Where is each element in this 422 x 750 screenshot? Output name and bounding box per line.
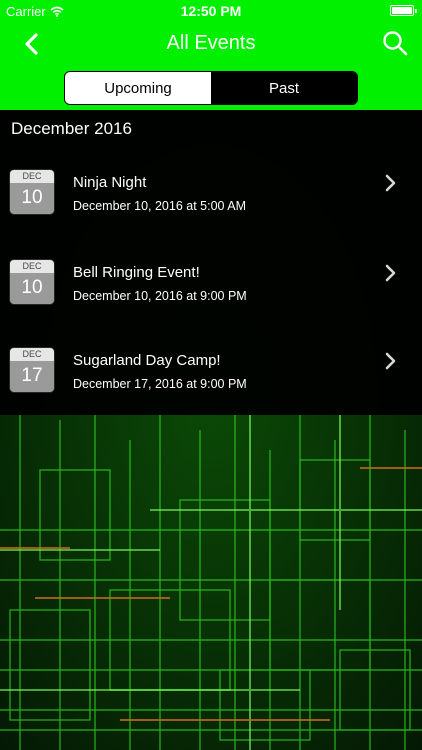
navigation-bar: All Events [0, 22, 422, 66]
header: Carrier 12:50 PM All Events Upcoming Pas… [0, 0, 422, 110]
section-header: December 2016 [11, 119, 132, 138]
chevron-right-icon [385, 174, 396, 192]
event-name: Bell Ringing Event! [73, 264, 200, 281]
date-month: DEC [10, 260, 54, 273]
list-item[interactable]: DEC 10 Ninja Night December 10, 2016 at … [0, 170, 422, 250]
date-day: 17 [21, 365, 43, 386]
tab-past[interactable]: Past [211, 72, 357, 104]
date-month: DEC [10, 348, 54, 361]
event-name: Ninja Night [73, 174, 147, 191]
search-button[interactable] [380, 28, 410, 58]
battery-icon [390, 5, 417, 16]
status-bar: Carrier 12:50 PM [0, 0, 422, 22]
status-time: 12:50 PM [180, 3, 242, 19]
date-month: DEC [10, 170, 54, 183]
date-day: 10 [21, 187, 43, 208]
chevron-right-icon [385, 264, 396, 282]
date-day: 10 [21, 277, 43, 298]
event-list: December 2016 DEC 10 Ninja Night Decembe… [0, 110, 422, 415]
event-name: Sugarland Day Camp! [73, 352, 221, 369]
date-badge: DEC 17 [10, 348, 54, 392]
search-icon [383, 31, 408, 56]
event-datetime: December 10, 2016 at 5:00 AM [73, 199, 247, 213]
event-datetime: December 17, 2016 at 9:00 PM [73, 377, 247, 391]
date-badge: DEC 10 [10, 260, 54, 304]
date-badge: DEC 10 [10, 170, 54, 214]
list-item[interactable]: DEC 17 Sugarland Day Camp! December 17, … [0, 348, 422, 428]
page-title: All Events [166, 32, 256, 54]
tab-upcoming[interactable]: Upcoming [65, 72, 211, 104]
chevron-right-icon [385, 352, 396, 370]
events-filter-segmented-control: Upcoming Past [64, 71, 358, 105]
list-item[interactable]: DEC 10 Bell Ringing Event! December 10, … [0, 260, 422, 340]
event-datetime: December 10, 2016 at 9:00 PM [73, 289, 247, 303]
